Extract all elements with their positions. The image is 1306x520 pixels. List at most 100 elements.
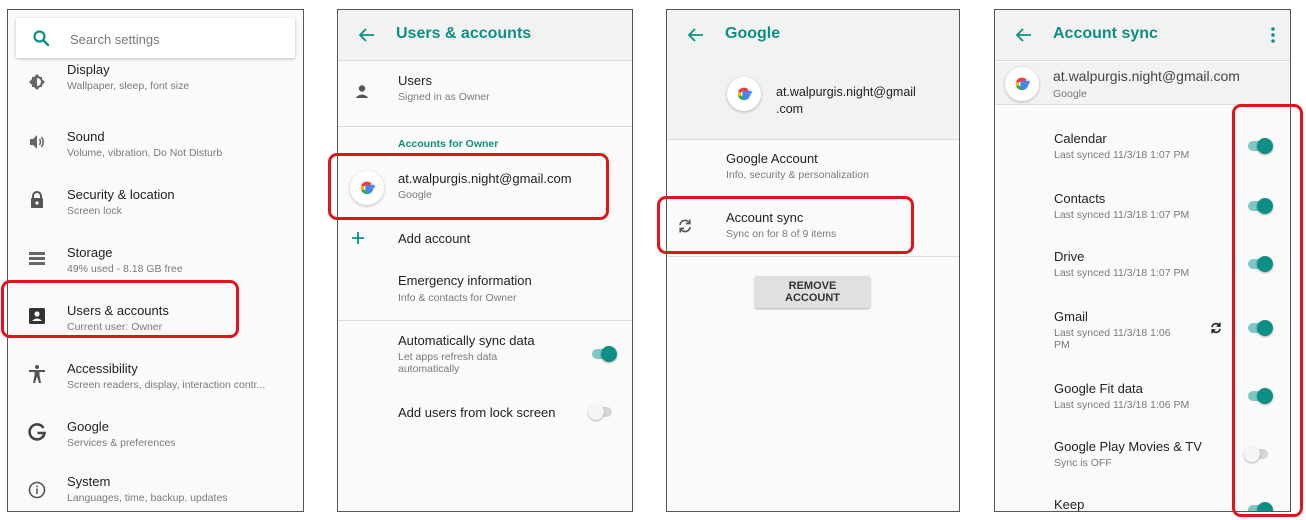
sync-item-title: Google Play Movies & TV: [1054, 439, 1202, 454]
sync-toggle[interactable]: [1244, 446, 1270, 462]
sync-item-status: Last synced 11/3/18 1:06: [1054, 327, 1171, 339]
sync-toggle[interactable]: [1246, 388, 1273, 404]
auto-sync-toggle[interactable]: [590, 346, 617, 362]
emergency-title: Emergency information: [398, 273, 532, 288]
settings-item-title: Storage: [67, 245, 113, 260]
settings-screen: Display Wallpaper, sleep, font size Soun…: [7, 9, 304, 512]
settings-item-users-accounts[interactable]: Users & accounts Current user: Owner: [8, 292, 303, 342]
toggle-knob: [1257, 256, 1273, 272]
account-type: Google: [398, 189, 432, 201]
page-title: Users & accounts: [396, 25, 532, 42]
back-arrow-icon[interactable]: [356, 24, 378, 46]
settings-item-sound[interactable]: Sound Volume, vibration, Do Not Disturb: [8, 118, 303, 168]
account-sync-screen: Account sync at.walpurgis.night@gmail.co…: [994, 9, 1291, 512]
users-row[interactable]: Users Signed in as Owner: [338, 72, 632, 120]
more-vert-icon[interactable]: [1268, 24, 1278, 46]
remove-account-button[interactable]: REMOVE ACCOUNT: [755, 276, 870, 308]
sync-item-title: Keep: [1054, 497, 1085, 512]
display-icon: [29, 74, 45, 90]
auto-sync-title: Automatically sync data: [398, 333, 535, 348]
toggle-knob: [588, 404, 604, 420]
toggle-knob: [601, 346, 617, 362]
settings-item-title: Users & accounts: [67, 303, 169, 318]
sync-item-title: Calendar: [1054, 131, 1107, 146]
sync-toggle[interactable]: [1246, 198, 1273, 214]
search-bar[interactable]: [16, 18, 295, 58]
add-account-label: Add account: [398, 231, 471, 246]
google-g-icon: [737, 87, 752, 101]
sync-item-title: Drive: [1054, 249, 1085, 264]
settings-item-accessibility[interactable]: Accessibility Screen readers, display, i…: [8, 350, 303, 400]
settings-item-system[interactable]: System Languages, time, backup, updates: [8, 466, 303, 511]
account-sync-row[interactable]: Account sync Sync on for 8 of 9 items: [667, 206, 959, 250]
sync-item-status: Last synced 11/3/18 1:06 PM: [1054, 399, 1190, 411]
sync-item-play-movies[interactable]: Google Play Movies & TV Sync is OFF: [995, 438, 1290, 478]
emergency-subtitle: Info & contacts for Owner: [398, 292, 517, 304]
google-account-title: Google Account: [726, 151, 818, 166]
toggle-knob: [1257, 320, 1273, 336]
sync-item-status: Last synced 11/3/18 1:07 PM: [1054, 209, 1190, 221]
account-email: at.walpurgis.night@gmail.com: [398, 171, 572, 186]
auto-sync-subtitle: automatically: [398, 363, 460, 375]
sync-item-gmail[interactable]: Gmail Last synced 11/3/18 1:06 PM: [995, 308, 1290, 358]
settings-item-storage[interactable]: Storage 49% used - 8.18 GB free: [8, 234, 303, 284]
auto-sync-row[interactable]: Automatically sync data Let apps refresh…: [338, 332, 632, 382]
sync-toggle[interactable]: [1246, 256, 1273, 272]
sync-toggle[interactable]: [1246, 502, 1273, 511]
sync-item-google-fit[interactable]: Google Fit data Last synced 11/3/18 1:06…: [995, 380, 1290, 420]
sync-item-title: Google Fit data: [1054, 381, 1143, 396]
divider: [338, 126, 632, 127]
sync-item-title: Contacts: [1054, 191, 1106, 206]
settings-item-subtitle: 49% used - 8.18 GB free: [67, 263, 183, 275]
settings-item-subtitle: Languages, time, backup, updates: [67, 492, 228, 504]
search-icon: [33, 30, 50, 47]
users-subtitle: Signed in as Owner: [398, 91, 490, 103]
plus-icon: [352, 232, 364, 244]
settings-item-display[interactable]: Display Wallpaper, sleep, font size: [8, 62, 303, 112]
toggle-knob: [1257, 138, 1273, 154]
add-account-row[interactable]: Add account: [338, 224, 632, 254]
settings-item-security[interactable]: Security & location Screen lock: [8, 176, 303, 226]
divider: [667, 256, 959, 257]
sync-item-keep[interactable]: Keep: [995, 496, 1290, 512]
back-arrow-icon[interactable]: [685, 24, 707, 46]
google-account-row[interactable]: Google Account Info, security & personal…: [667, 150, 959, 190]
search-input[interactable]: [68, 26, 282, 52]
sync-item-calendar[interactable]: Calendar Last synced 11/3/18 1:07 PM: [995, 130, 1290, 170]
account-sync-title: Account sync: [726, 210, 804, 225]
auto-sync-subtitle: Let apps refresh data: [398, 351, 498, 363]
toggle-knob: [1244, 446, 1260, 462]
users-accounts-screen: Users & accounts Users Signed in as Owne…: [337, 9, 633, 512]
settings-item-title: Accessibility: [67, 361, 138, 376]
google-logo: [727, 77, 761, 111]
account-email: at.walpurgis.night@gmail.com: [1053, 68, 1240, 84]
google-account-subtitle: Info, security & personalization: [726, 169, 869, 181]
back-arrow-icon[interactable]: [1013, 24, 1035, 46]
sync-item-status: Sync is OFF: [1054, 457, 1112, 469]
google-logo: [1005, 67, 1039, 101]
account-row-google[interactable]: at.walpurgis.night@gmail.com Google: [338, 165, 632, 211]
sync-toggle[interactable]: [1246, 320, 1273, 336]
google-logo: [350, 171, 384, 205]
sync-toggle[interactable]: [1246, 138, 1273, 154]
storage-icon: [29, 252, 45, 265]
account-box-icon: [29, 308, 45, 324]
account-email: .com: [776, 102, 804, 116]
lock-icon: [31, 191, 43, 208]
account-sync-subtitle: Sync on for 8 of 9 items: [726, 228, 837, 240]
settings-item-google[interactable]: Google Services & preferences: [8, 408, 303, 458]
app-bar: Google at.walpurgis.night@gmail .com: [667, 10, 959, 140]
section-label: Accounts for Owner: [398, 138, 499, 150]
lock-screen-toggle[interactable]: [588, 404, 614, 420]
divider: [338, 320, 632, 321]
sync-item-contacts[interactable]: Contacts Last synced 11/3/18 1:07 PM: [995, 190, 1290, 230]
sync-item-drive[interactable]: Drive Last synced 11/3/18 1:07 PM: [995, 248, 1290, 288]
sync-item-title: Gmail: [1054, 309, 1088, 324]
google-account-screen: Google at.walpurgis.night@gmail .com Goo…: [666, 9, 960, 512]
emergency-info-row[interactable]: Emergency information Info & contacts fo…: [338, 272, 632, 312]
settings-item-title: Sound: [67, 129, 105, 144]
settings-item-subtitle: Current user: Owner: [67, 321, 163, 333]
users-title: Users: [398, 73, 432, 88]
sync-item-status: Last synced 11/3/18 1:07 PM: [1054, 267, 1190, 279]
lock-screen-users-row[interactable]: Add users from lock screen: [338, 400, 632, 430]
